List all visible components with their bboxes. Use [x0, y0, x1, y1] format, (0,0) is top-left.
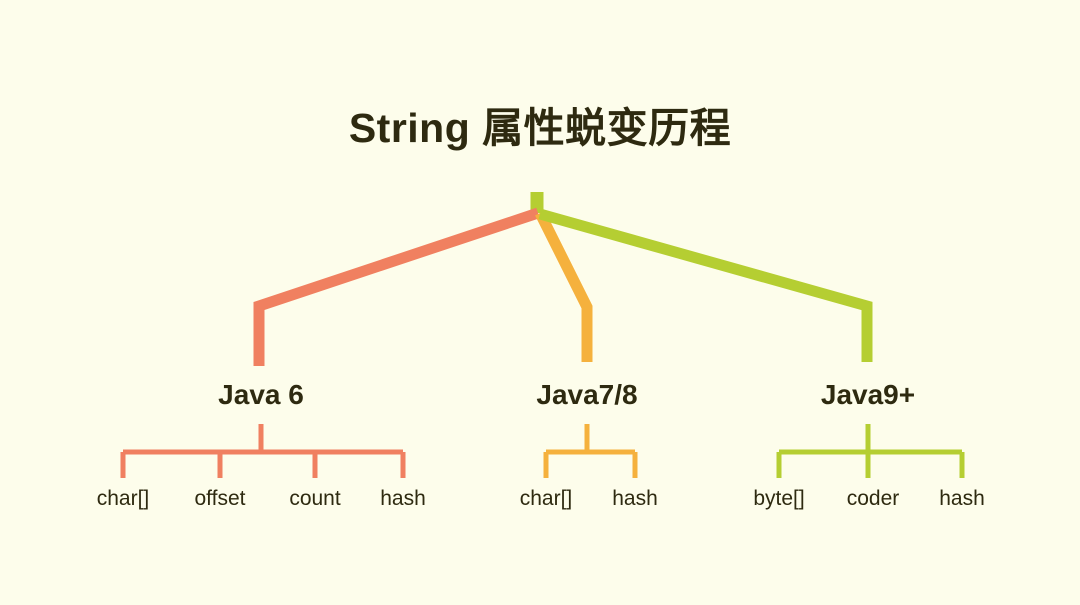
leaf-bracket-java9 [776, 424, 965, 478]
leaf-bracket-java78 [543, 424, 638, 478]
node-label-java6: Java 6 [218, 379, 304, 410]
node-label-java9: Java9+ [820, 379, 916, 410]
branch-line-java6 [253, 207, 540, 366]
leaf-label-java78-hash: hash [612, 487, 658, 510]
leaf-label-java6-hash: hash [380, 487, 426, 510]
branch-line-java78 [535, 210, 593, 362]
node-label-java78: Java7/8 [536, 379, 638, 410]
tree-connectors [120, 192, 965, 478]
diagram-canvas: String 属性蜕变历程 Java 6 Java7/8 Java9+ char… [0, 0, 1080, 605]
leaf-bracket-java6 [120, 424, 406, 478]
leaf-label-java9-hash: hash [939, 487, 985, 510]
